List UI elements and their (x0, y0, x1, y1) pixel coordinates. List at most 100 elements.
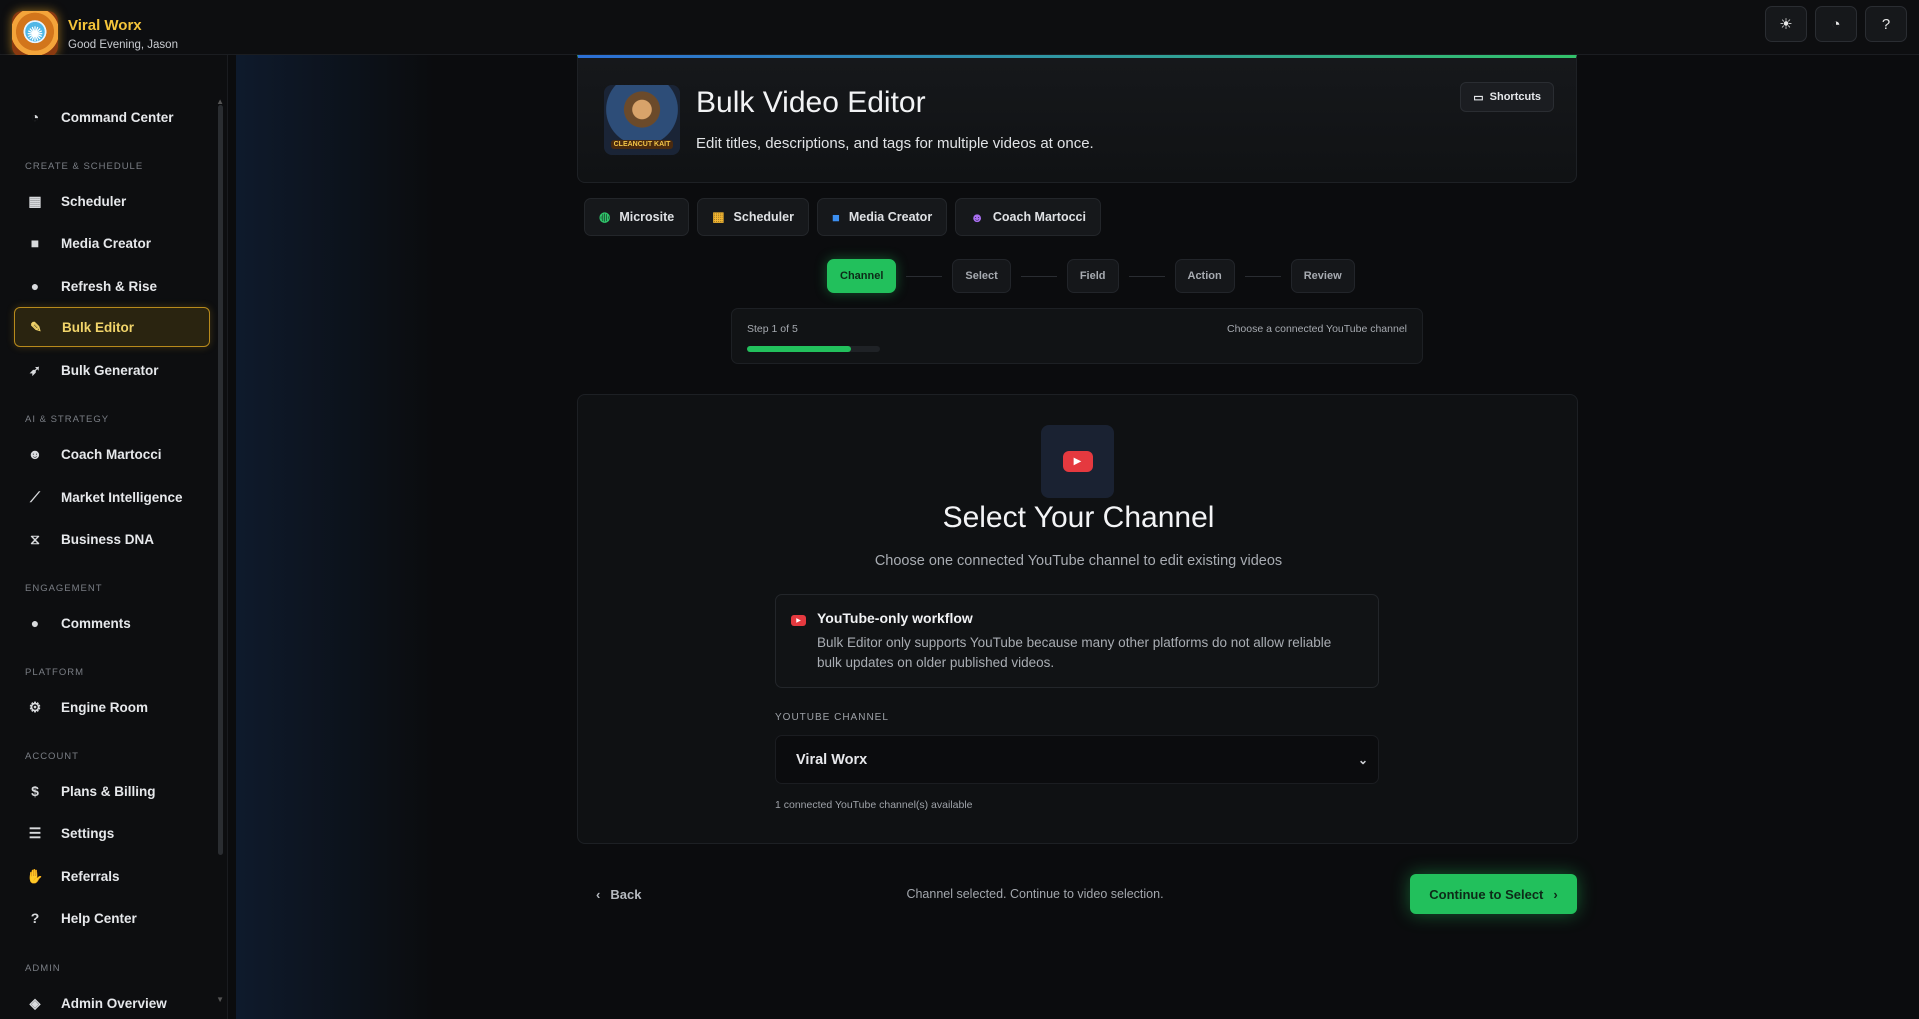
sidebar-item-label: Command Center (61, 109, 174, 125)
quick-links: ◍ Microsite ▦ Scheduler ■ Media Creator ☻ Co… (584, 198, 1101, 236)
quick-link-media-creator[interactable]: ■ Media Creator (816, 198, 948, 236)
channel-count-help: 1 connected YouTube channel(s) available (775, 799, 973, 811)
page-title: Bulk Video Editor (696, 86, 926, 119)
sidebar-item-label: Media Creator (61, 235, 152, 251)
sidebar-item-plans-billing[interactable]: $ Plans & Billing (14, 771, 210, 811)
dashboard-icon: ◔ (1831, 15, 1841, 33)
channel-card: ▶ Select Your Channel Choose one connect… (577, 394, 1578, 844)
progress-hint: Choose a connected YouTube channel (1226, 323, 1407, 335)
sidebar-item-label: Bulk Generator (61, 362, 159, 378)
keyboard-icon: ▭ (1473, 91, 1484, 104)
sidebar-scrollbar[interactable] (218, 105, 223, 855)
sliders-icon: ☰ (28, 824, 42, 841)
continue-button[interactable]: Continue to Select › (1410, 874, 1577, 914)
sidebar-item-coach-martocci[interactable]: ☻ Coach Martocci (14, 434, 210, 474)
sidebar-section-create: CREATE & SCHEDULE (25, 161, 144, 172)
help-icon: ? (1881, 15, 1891, 33)
gauge-icon: ◔ (30, 109, 40, 125)
rocket-icon: ➶ (29, 361, 41, 378)
shortcuts-button[interactable]: ▭ Shortcuts (1460, 82, 1554, 112)
sidebar-item-command-center[interactable]: ◔ Command Center (14, 97, 210, 137)
chevron-right-icon: › (1553, 886, 1558, 902)
sidebar-item-refresh-rise[interactable]: ● Refresh & Rise (14, 266, 210, 306)
youtube-only-notice: ▶ YouTube-only workflow Bulk Editor only… (775, 594, 1379, 688)
sidebar-section-account: ACCOUNT (25, 751, 79, 762)
sidebar-item-label: Settings (61, 825, 115, 841)
sidebar-item-bulk-generator[interactable]: ➶ Bulk Generator (14, 350, 210, 390)
line-chart-icon: ⟋ (30, 488, 40, 505)
sidebar-item-media-creator[interactable]: ■ Media Creator (14, 223, 210, 263)
globe-icon: ◍ (599, 209, 611, 224)
quick-link-coach-martocci[interactable]: ☻ Coach Martocci (955, 198, 1101, 236)
robot-icon: ☻ (970, 209, 984, 225)
sidebar-item-engine-room[interactable]: ⚙ Engine Room (14, 687, 210, 727)
progress-label: Step 1 of 5 (747, 323, 798, 335)
sidebar-item-settings[interactable]: ☰ Settings (14, 813, 210, 853)
brand[interactable]: ✺ Viral Worx Good Evening, Jason (12, 11, 178, 57)
robot-icon: ☻ (27, 446, 43, 462)
sidebar-section-platform: PLATFORM (25, 667, 85, 678)
page-header: CLEANCUT KAIT Bulk Video Editor Edit tit… (577, 55, 1577, 183)
channel-field-label: YOUTUBE CHANNEL (775, 712, 889, 723)
shield-icon: ◈ (29, 994, 41, 1011)
continue-label: Continue to Select (1429, 886, 1544, 902)
sidebar-item-label: Market Intelligence (61, 489, 183, 505)
progress-bar (747, 346, 880, 352)
shortcuts-label: Shortcuts (1489, 91, 1541, 103)
quick-link-scheduler[interactable]: ▦ Scheduler (697, 198, 809, 236)
sidebar-item-admin-overview[interactable]: ◈ Admin Overview (14, 983, 210, 1019)
sidebar-item-label: Admin Overview (61, 995, 167, 1011)
sidebar-item-label: Refresh & Rise (61, 278, 158, 294)
dollar-icon: $ (31, 783, 39, 799)
sidebar-section-admin: ADMIN (25, 963, 61, 974)
sidebar-item-comments[interactable]: ● Comments (14, 603, 210, 643)
sidebar-item-bulk-editor[interactable]: ✎ Bulk Editor (14, 307, 210, 347)
sidebar-item-scheduler[interactable]: ▦ Scheduler (14, 181, 210, 221)
calendar-icon: ▦ (712, 209, 725, 224)
channel-select-value: Viral Worx (796, 751, 868, 768)
step-review[interactable]: Review (1290, 259, 1355, 293)
step-action[interactable]: Action (1174, 259, 1235, 293)
sidebar-item-help-center[interactable]: ? Help Center (14, 898, 210, 938)
dna-icon: ⧖ (30, 530, 40, 547)
sidebar-item-business-dna[interactable]: ⧖ Business DNA (14, 519, 210, 559)
background-glow (236, 55, 436, 1019)
progress-fill (747, 346, 851, 352)
video-camera-icon: ■ (30, 235, 40, 251)
sidebar-item-label: Coach Martocci (61, 446, 162, 462)
sidebar-item-market-intelligence[interactable]: ⟋ Market Intelligence (14, 477, 210, 517)
footer-status: Channel selected. Continue to video sele… (906, 887, 1164, 901)
progress-card: Step 1 of 5 Choose a connected YouTube c… (731, 308, 1423, 364)
palette-icon: ● (30, 278, 40, 294)
step-connector (1244, 275, 1281, 277)
step-select[interactable]: Select (952, 259, 1011, 293)
brand-name: Viral Worx (68, 17, 142, 34)
top-bar: ✺ Viral Worx Good Evening, Jason ☀ ◔ ? (0, 0, 1919, 57)
youtube-icon: ▶ (791, 615, 806, 626)
quick-link-microsite[interactable]: ◍ Microsite (584, 198, 690, 236)
youtube-icon: ▶ (1062, 451, 1093, 472)
dashboard-button[interactable]: ◔ (1815, 6, 1857, 42)
help-button[interactable]: ? (1865, 6, 1907, 42)
sidebar-item-label: Help Center (61, 910, 137, 926)
question-circle-icon: ? (30, 910, 40, 926)
quick-link-label: Coach Martocci (992, 210, 1086, 224)
handshake-icon: ✋ (26, 867, 44, 884)
gears-icon: ⚙ (28, 698, 42, 715)
sidebar-section-engagement: ENGAGEMENT (25, 583, 103, 594)
step-field[interactable]: Field (1066, 259, 1119, 293)
sidebar-item-label: Referrals (61, 868, 120, 884)
edit-icon: ✎ (30, 318, 42, 335)
sidebar-item-label: Scheduler (61, 193, 127, 209)
chevron-down-icon: ⌄ (1357, 752, 1368, 767)
sun-icon: ☀ (1779, 16, 1793, 33)
greeting: Good Evening, Jason (68, 39, 178, 51)
scroll-down-arrow[interactable]: ▼ (216, 995, 224, 1004)
page-subtitle: Edit titles, descriptions, and tags for … (696, 135, 1094, 152)
sidebar-item-label: Business DNA (61, 531, 155, 547)
theme-toggle-button[interactable]: ☀ (1765, 6, 1807, 42)
channel-select[interactable]: Viral Worx ⌄ (775, 735, 1379, 784)
step-channel[interactable]: Channel (827, 259, 897, 293)
video-camera-icon: ■ (831, 209, 840, 225)
sidebar-section-ai: AI & STRATEGY (25, 414, 110, 425)
